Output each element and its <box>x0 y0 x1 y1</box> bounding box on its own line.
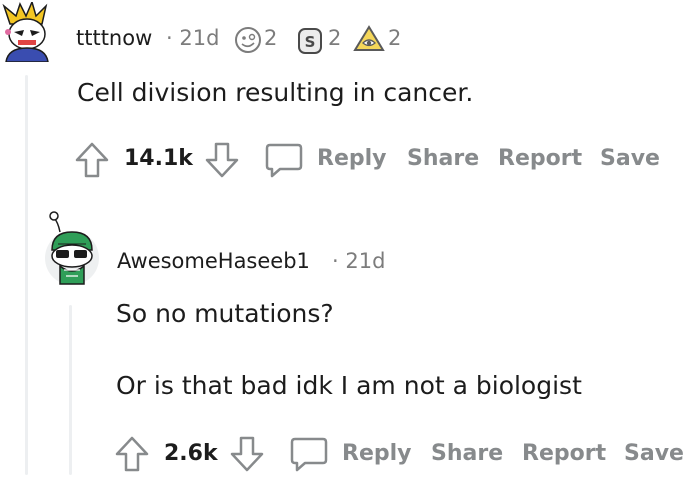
thread-line-comment2[interactable] <box>69 305 72 475</box>
username[interactable]: ttttnow <box>76 26 152 50</box>
comment-bubble-icon[interactable] <box>264 141 304 183</box>
comment-body: Cell division resulting in cancer. <box>77 78 474 107</box>
share-button[interactable]: Share <box>407 146 479 171</box>
award-count: 2 <box>264 26 278 50</box>
comment-bubble-icon[interactable] <box>289 435 329 477</box>
report-button[interactable]: Report <box>522 441 606 466</box>
downvote-icon[interactable] <box>204 141 240 183</box>
comment-body-line-1: So no mutations? <box>116 299 334 328</box>
share-button[interactable]: Share <box>431 441 503 466</box>
upvote-icon[interactable] <box>74 141 110 183</box>
report-button[interactable]: Report <box>498 146 582 171</box>
username[interactable]: AwesomeHaseeb1 <box>117 249 310 273</box>
silver-s-award-icon[interactable]: S <box>296 25 324 59</box>
silly-face-award-icon[interactable] <box>234 26 262 58</box>
award-count: 2 <box>388 26 402 50</box>
timestamp[interactable]: · 21d <box>332 249 385 273</box>
pyramid-eye-award-icon[interactable] <box>352 24 386 58</box>
award-count: 2 <box>328 26 342 50</box>
timestamp[interactable]: · 21d <box>166 26 219 50</box>
upvote-icon[interactable] <box>114 435 150 477</box>
svg-text:S: S <box>305 33 316 51</box>
score: 2.6k <box>164 441 218 466</box>
avatar[interactable] <box>0 2 54 62</box>
save-button[interactable]: Save <box>624 441 684 466</box>
user-avatar-icon <box>2 2 49 62</box>
comment-body-line-2: Or is that bad idk I am not a biologist <box>116 371 582 400</box>
downvote-icon[interactable] <box>229 435 265 477</box>
reply-button[interactable]: Reply <box>317 146 387 171</box>
score: 14.1k <box>124 146 193 171</box>
reply-button[interactable]: Reply <box>342 441 412 466</box>
thread-line-comment1[interactable] <box>25 75 28 475</box>
avatar[interactable] <box>44 210 100 288</box>
save-button[interactable]: Save <box>600 146 660 171</box>
user-avatar-icon <box>45 211 99 285</box>
